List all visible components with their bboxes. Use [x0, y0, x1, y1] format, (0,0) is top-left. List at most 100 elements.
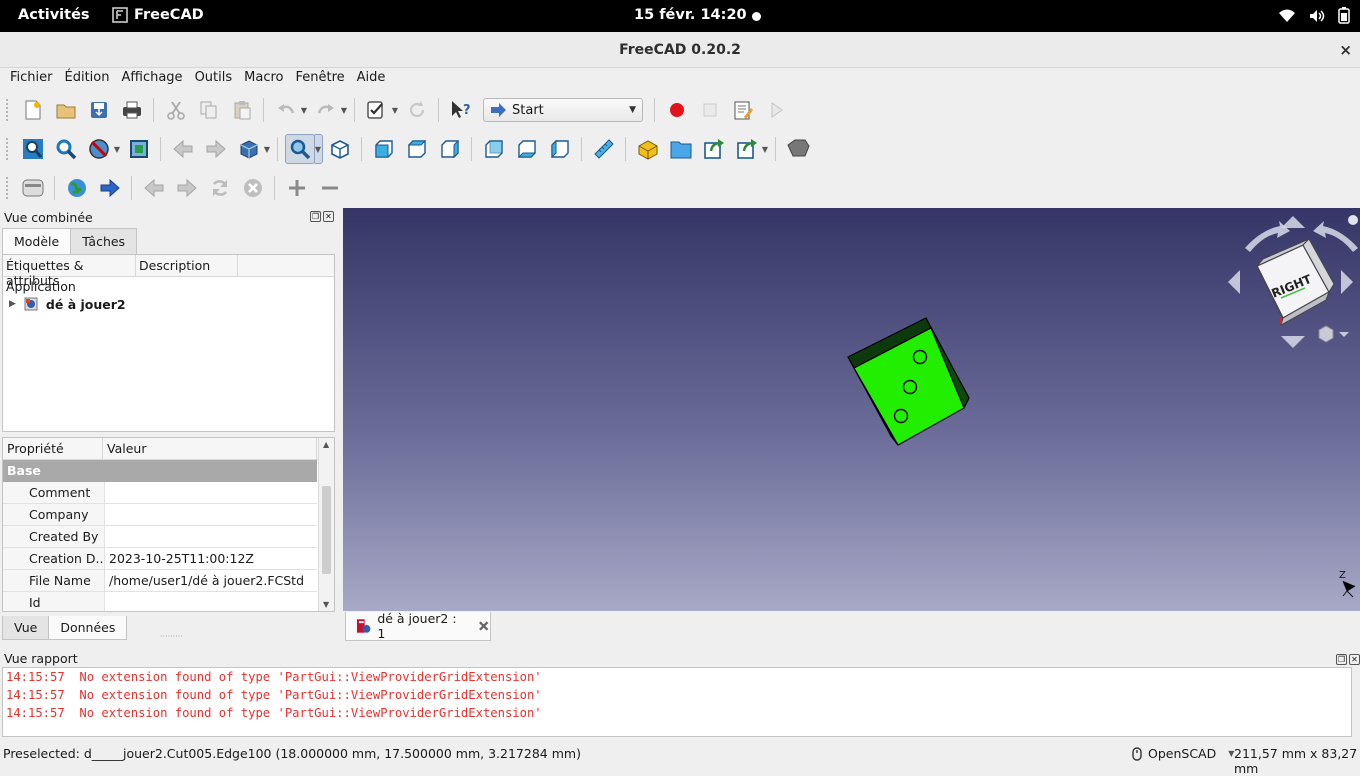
view-top-button[interactable] — [402, 134, 432, 164]
menu-macro[interactable]: Macro — [238, 68, 289, 90]
web-refresh-button[interactable] — [205, 173, 235, 203]
property-row[interactable]: Creation D... 2023-10-25T11:00:12Z — [3, 548, 317, 570]
copy-button[interactable] — [194, 95, 224, 125]
bounding-box-button[interactable] — [124, 134, 154, 164]
tab-view[interactable]: Vue — [2, 616, 50, 640]
workbench-selector[interactable]: Start ▼ — [483, 98, 643, 122]
menu-file[interactable]: Fichier — [4, 68, 59, 90]
view-back-button[interactable] — [168, 134, 198, 164]
paste-button[interactable] — [227, 95, 257, 125]
new-document-button[interactable] — [18, 95, 48, 125]
view-isometric-button[interactable] — [325, 134, 355, 164]
undo-dropdown[interactable]: ▼ — [299, 95, 309, 125]
macro-run-button[interactable] — [761, 95, 791, 125]
model-tree[interactable]: Étiquettes & attributs Description Appli… — [2, 254, 335, 432]
nav-down-arrow-icon[interactable] — [1281, 336, 1305, 348]
property-row[interactable]: Company — [3, 504, 317, 526]
web-home-button[interactable] — [18, 173, 48, 203]
close-panel-button[interactable]: ✕ — [1349, 654, 1360, 665]
whats-this-button[interactable]: ? — [446, 95, 476, 125]
3d-viewport[interactable]: RIGHT Z — [343, 208, 1360, 611]
redo-button[interactable] — [311, 95, 341, 125]
fit-selection-button[interactable] — [51, 134, 81, 164]
view-bottom-button[interactable] — [512, 134, 542, 164]
zoom-in-button[interactable] — [282, 173, 312, 203]
rotate-left-icon[interactable] — [1245, 221, 1290, 252]
check-dropdown[interactable]: ▼ — [390, 95, 400, 125]
die-pip[interactable] — [912, 349, 928, 365]
expand-arrow-icon[interactable]: ▶ — [9, 299, 16, 309]
property-scrollbar[interactable]: ▲ ▼ — [318, 438, 334, 611]
document-tab[interactable]: dé à jouer2 : 1 — [345, 611, 491, 641]
macro-record-button[interactable] — [662, 95, 692, 125]
fit-all-button[interactable] — [18, 134, 48, 164]
view-right-button[interactable] — [435, 134, 465, 164]
open-document-button[interactable] — [51, 95, 81, 125]
property-value[interactable]: 2023-10-25T11:00:12Z — [105, 548, 317, 569]
macro-edit-button[interactable] — [728, 95, 758, 125]
menu-help[interactable]: Aide — [351, 68, 392, 90]
menu-window[interactable]: Fenêtre — [289, 68, 350, 90]
recompute-button[interactable] — [402, 95, 432, 125]
part-tool-button[interactable] — [783, 134, 813, 164]
float-panel-button[interactable]: ❐ — [310, 211, 321, 222]
property-group-base[interactable]: Base — [3, 460, 317, 482]
print-button[interactable] — [117, 95, 147, 125]
web-forward-button[interactable] — [172, 173, 202, 203]
scroll-up-icon[interactable]: ▲ — [323, 440, 329, 449]
web-stop-button[interactable] — [238, 173, 268, 203]
property-column-name[interactable]: Propriété — [3, 438, 103, 459]
link-actions-dropdown[interactable]: ▼ — [760, 134, 770, 164]
standard-views-button[interactable] — [234, 134, 264, 164]
property-column-value[interactable]: Valeur — [103, 438, 317, 459]
float-panel-button[interactable]: ❐ — [1336, 654, 1347, 665]
view-front-button[interactable] — [369, 134, 399, 164]
property-value[interactable] — [105, 526, 317, 547]
tree-document-item[interactable]: ▶ dé à jouer2 — [3, 295, 334, 313]
close-tab-icon[interactable] — [477, 619, 490, 633]
toolbar-grip[interactable] — [6, 177, 12, 199]
toolbar-grip[interactable] — [6, 99, 12, 121]
create-part-button[interactable] — [633, 134, 663, 164]
nav-menu-dot-icon[interactable] — [1348, 215, 1358, 225]
report-log[interactable]: 14:15:57 No extension found of type 'Par… — [2, 667, 1352, 737]
menu-view[interactable]: Affichage — [115, 68, 188, 90]
nav-dropdown-icon[interactable] — [1339, 332, 1349, 337]
macro-stop-button[interactable] — [695, 95, 725, 125]
tab-data[interactable]: Données — [48, 616, 128, 640]
draw-style-dropdown[interactable]: ▼ — [112, 134, 122, 164]
cut-button[interactable] — [161, 95, 191, 125]
web-back-button[interactable] — [139, 173, 169, 203]
create-link-button[interactable] — [699, 134, 729, 164]
app-menu[interactable]: FreeCAD — [112, 7, 204, 23]
clock[interactable]: 15 févr. 14:20 — [634, 7, 747, 23]
create-group-button[interactable] — [666, 134, 696, 164]
redo-dropdown[interactable]: ▼ — [339, 95, 349, 125]
view-rear-button[interactable] — [479, 134, 509, 164]
measure-distance-button[interactable] — [589, 134, 619, 164]
navigation-style-selector[interactable]: OpenSCAD ▼ — [1132, 746, 1234, 761]
activities-button[interactable]: Activités — [18, 7, 90, 23]
property-row[interactable]: File Name/home/user1/dé à jouer2.FCStd — [3, 570, 317, 592]
nav-mini-cube-icon[interactable] — [1318, 325, 1334, 343]
die-object[interactable] — [847, 317, 970, 446]
tab-model[interactable]: Modèle — [2, 228, 72, 254]
nav-right-arrow-icon[interactable] — [1341, 270, 1353, 294]
property-row[interactable]: Id — [3, 592, 317, 611]
refresh-check-button[interactable] — [362, 95, 392, 125]
tree-column-labels[interactable]: Étiquettes & attributs — [3, 255, 136, 288]
die-pip[interactable] — [893, 408, 909, 424]
zoom-dropdown[interactable]: ▼ — [313, 134, 323, 164]
view-left-button[interactable] — [545, 134, 575, 164]
save-button[interactable] — [84, 95, 114, 125]
system-tray[interactable] — [1278, 7, 1350, 24]
link-actions-button[interactable] — [732, 134, 762, 164]
close-panel-button[interactable]: ✕ — [323, 211, 334, 222]
menu-edit[interactable]: Édition — [59, 68, 116, 90]
nav-left-arrow-icon[interactable] — [1228, 270, 1240, 294]
zoom-out-button[interactable] — [315, 173, 345, 203]
die-pip[interactable] — [902, 379, 918, 395]
menu-tools[interactable]: Outils — [189, 68, 239, 90]
property-row[interactable]: Comment — [3, 482, 317, 504]
rotate-right-icon[interactable] — [1313, 221, 1358, 252]
